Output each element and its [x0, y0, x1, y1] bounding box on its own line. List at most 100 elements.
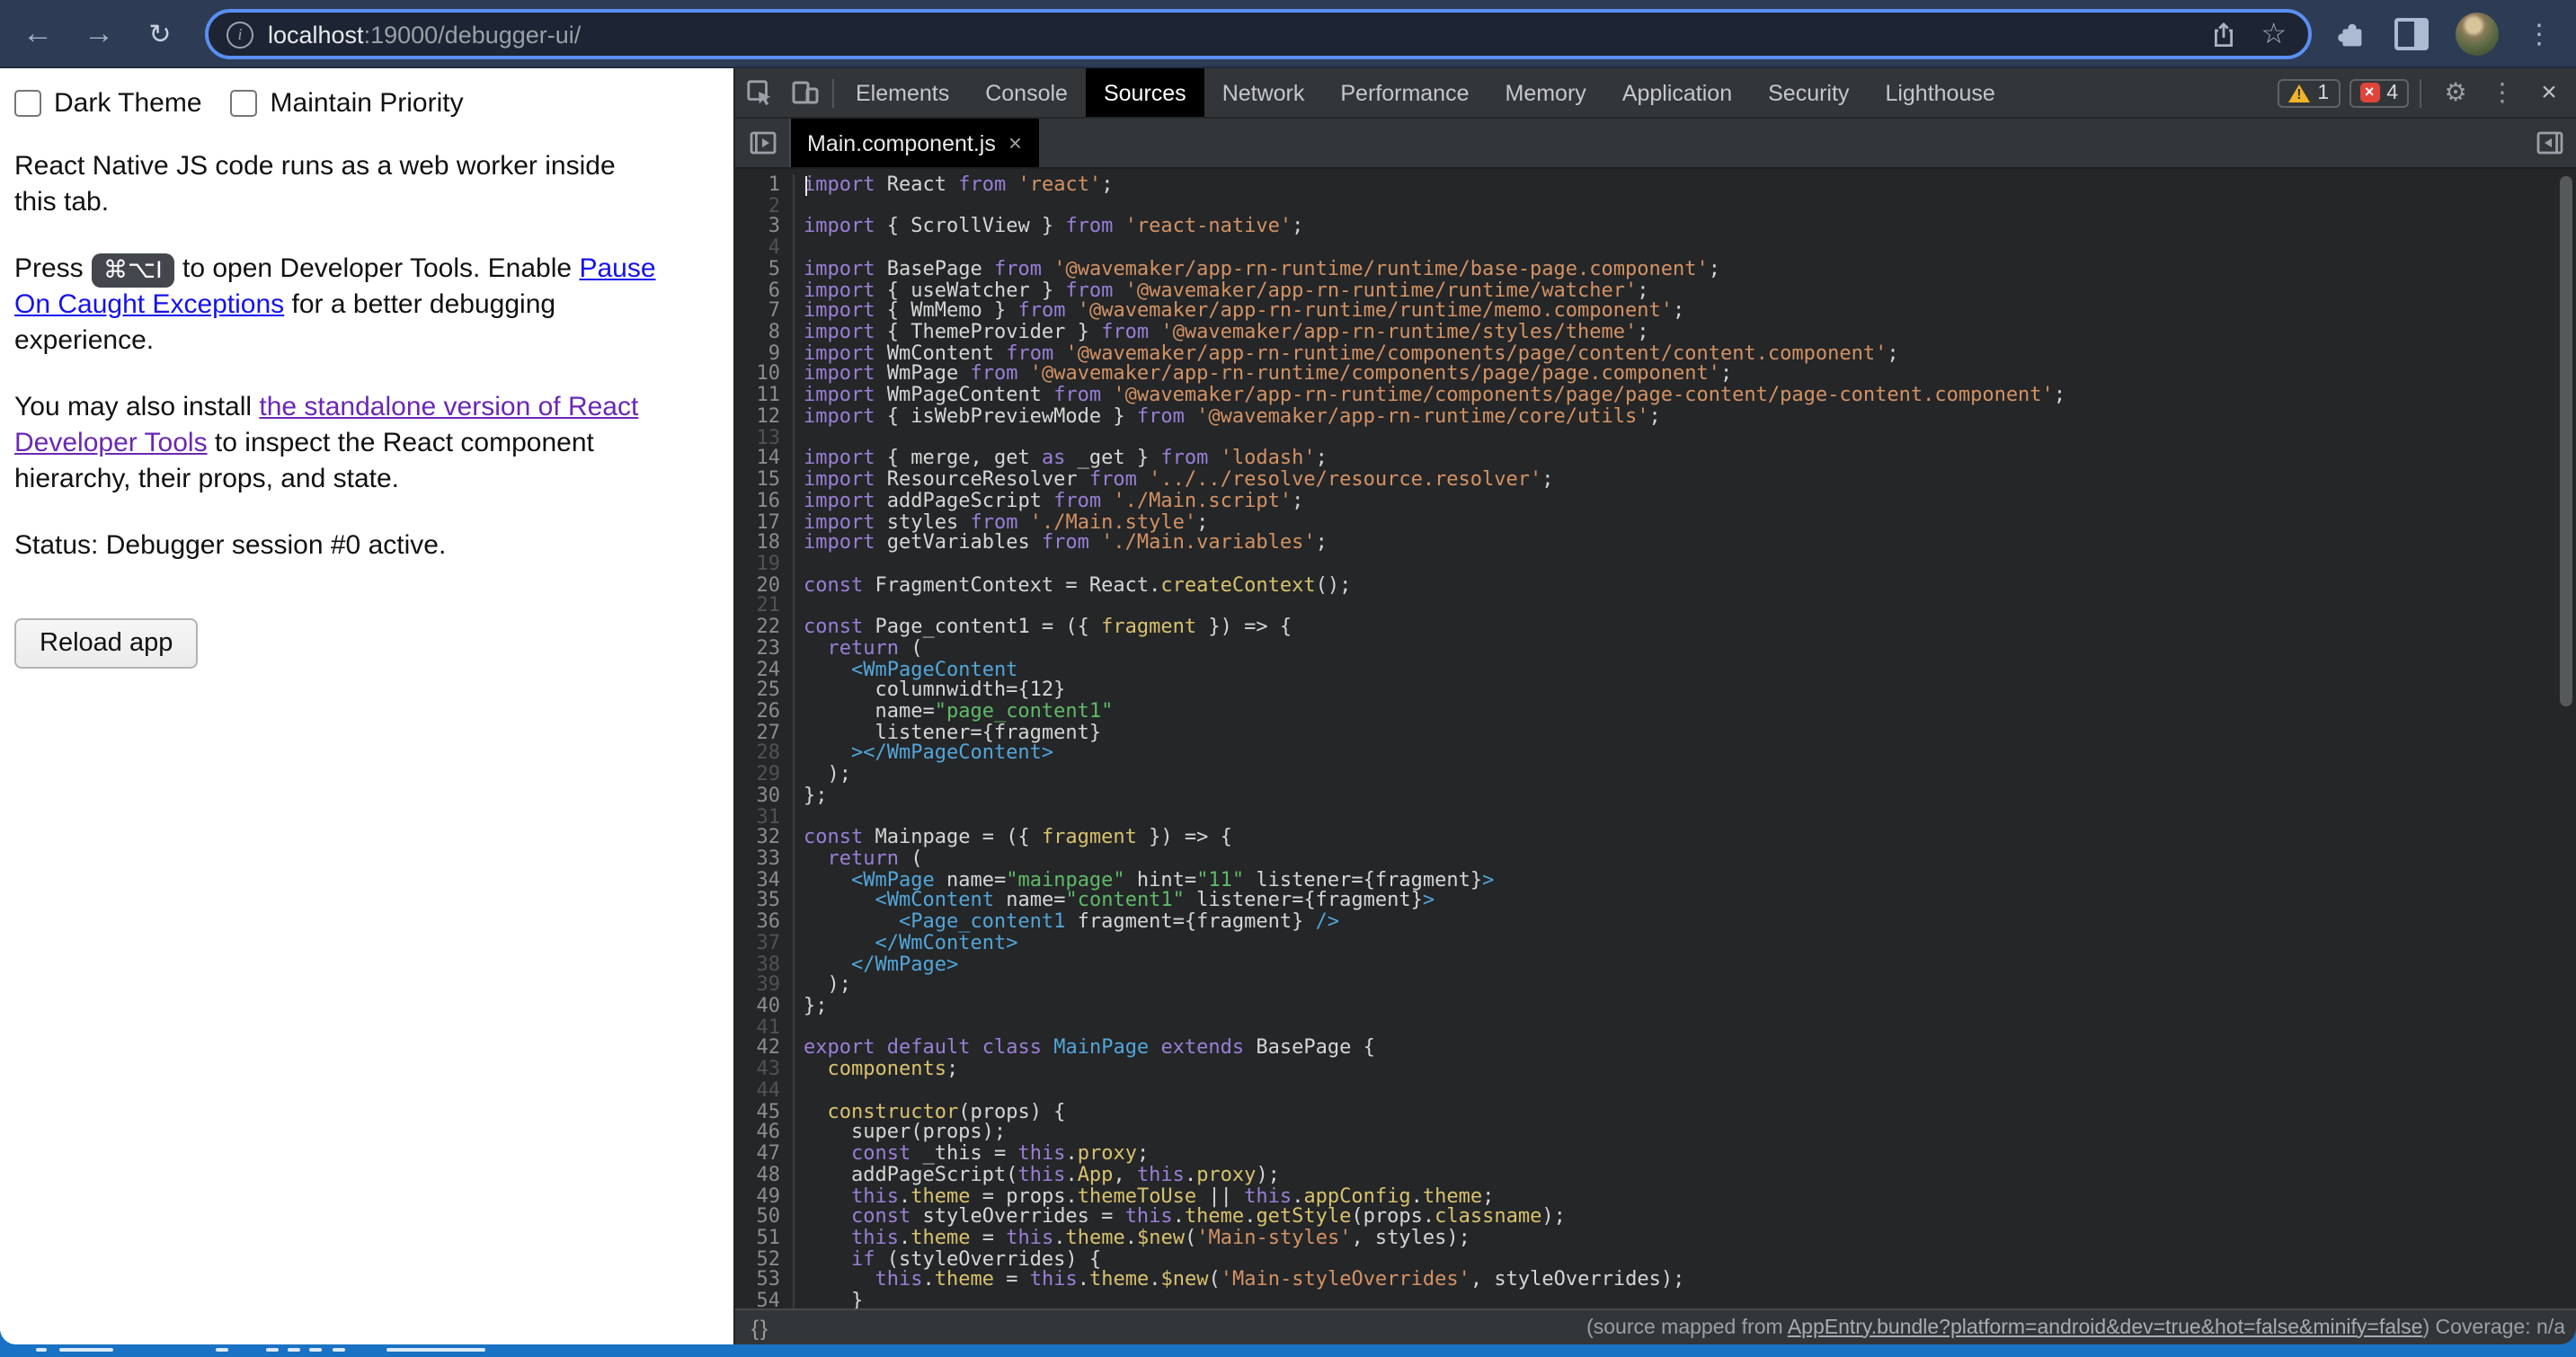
link[interactable]: Developer Tools	[14, 428, 208, 458]
forward-button[interactable]: →	[76, 11, 122, 58]
code-line-19[interactable]: 19	[735, 554, 2576, 574]
site-info-icon[interactable]: i	[227, 21, 253, 48]
code-line-4[interactable]: 4	[735, 237, 2576, 258]
line-number[interactable]: 19	[735, 554, 795, 574]
line-number[interactable]: 46	[735, 1122, 795, 1143]
device-toolbar-icon[interactable]	[782, 69, 829, 116]
line-number[interactable]: 23	[735, 638, 795, 659]
source-map-link[interactable]: AppEntry.bundle?platform=android&dev=tru…	[1788, 1317, 2423, 1338]
code-line-8[interactable]: 8import { ThemeProvider } from '@wavemak…	[735, 322, 2576, 342]
code-line-49[interactable]: 49 this.theme = props.themeToUse || this…	[735, 1185, 2576, 1206]
back-button[interactable]: ←	[14, 11, 61, 58]
code-line-39[interactable]: 39 );	[735, 975, 2576, 996]
file-tab-main-component[interactable]: Main.component.js ×	[791, 119, 1038, 167]
line-number[interactable]: 53	[735, 1270, 795, 1290]
code-line-34[interactable]: 34 <WmPage name="mainpage" hint="11" lis…	[735, 869, 2576, 890]
code-line-17[interactable]: 17import styles from './Main.style';	[735, 511, 2576, 532]
line-number[interactable]: 9	[735, 343, 795, 364]
code-line-14[interactable]: 14import { merge, get as _get } from 'lo…	[735, 448, 2576, 469]
line-number[interactable]: 24	[735, 659, 795, 679]
code-line-43[interactable]: 43 components;	[735, 1059, 2576, 1079]
code-line-50[interactable]: 50 const styleOverrides = this.theme.get…	[735, 1206, 2576, 1227]
line-number[interactable]: 22	[735, 616, 795, 637]
line-number[interactable]: 1	[735, 174, 795, 195]
line-number[interactable]: 5	[735, 259, 795, 279]
line-number[interactable]: 48	[735, 1165, 795, 1185]
line-number[interactable]: 45	[735, 1101, 795, 1122]
code-line-53[interactable]: 53 this.theme = this.theme.$new('Main-st…	[735, 1270, 2576, 1290]
navigator-toggle-icon[interactable]	[735, 119, 791, 167]
code-line-37[interactable]: 37 </WmContent>	[735, 933, 2576, 953]
code-line-42[interactable]: 42export default class MainPage extends …	[735, 1038, 2576, 1059]
checkbox-maintain-priority[interactable]	[231, 90, 258, 117]
code-line-30[interactable]: 30};	[735, 785, 2576, 806]
code-line-36[interactable]: 36 <Page_content1 fragment={fragment} />	[735, 911, 2576, 932]
line-number[interactable]: 47	[735, 1143, 795, 1164]
code-line-51[interactable]: 51 this.theme = this.theme.$new('Main-st…	[735, 1228, 2576, 1248]
line-number[interactable]: 20	[735, 574, 795, 595]
code-line-46[interactable]: 46 super(props);	[735, 1122, 2576, 1143]
code-line-7[interactable]: 7import { WmMemo } from '@wavemaker/app-…	[735, 301, 2576, 322]
line-number[interactable]: 34	[735, 869, 795, 890]
line-number[interactable]: 43	[735, 1059, 795, 1079]
line-number[interactable]: 28	[735, 743, 795, 764]
share-icon[interactable]	[2210, 21, 2235, 48]
line-number[interactable]: 8	[735, 322, 795, 342]
warnings-badge[interactable]: 1	[2278, 78, 2340, 107]
code-line-25[interactable]: 25 columnwidth={12}	[735, 680, 2576, 701]
code-line-38[interactable]: 38 </WmPage>	[735, 953, 2576, 974]
code-line-15[interactable]: 15import ResourceResolver from '../../re…	[735, 469, 2576, 490]
line-number[interactable]: 40	[735, 996, 795, 1016]
code-line-29[interactable]: 29 );	[735, 764, 2576, 785]
code-line-18[interactable]: 18import getVariables from './Main.varia…	[735, 532, 2576, 553]
devtools-tab-memory[interactable]: Memory	[1488, 68, 1604, 117]
checkbox-label[interactable]: Dark Theme	[54, 88, 202, 119]
link[interactable]: the standalone version of React	[259, 392, 638, 422]
code-line-6[interactable]: 6import { useWatcher } from '@wavemaker/…	[735, 279, 2576, 300]
line-number[interactable]: 38	[735, 953, 795, 974]
devtools-tab-network[interactable]: Network	[1204, 68, 1323, 117]
code-line-13[interactable]: 13	[735, 427, 2576, 448]
code-line-44[interactable]: 44	[735, 1080, 2576, 1101]
line-number[interactable]: 3	[735, 217, 795, 237]
code-line-11[interactable]: 11import WmPageContent from '@wavemaker/…	[735, 385, 2576, 405]
line-number[interactable]: 12	[735, 406, 795, 427]
debugger-sidebar-toggle-icon[interactable]	[2522, 119, 2576, 167]
line-number[interactable]: 18	[735, 532, 795, 553]
line-number[interactable]: 52	[735, 1248, 795, 1269]
line-number[interactable]: 33	[735, 848, 795, 869]
browser-menu-icon[interactable]: ⋮	[2526, 18, 2553, 50]
code-line-35[interactable]: 35 <WmContent name="content1" listener={…	[735, 891, 2576, 911]
line-number[interactable]: 51	[735, 1228, 795, 1248]
line-number[interactable]: 17	[735, 511, 795, 532]
line-number[interactable]: 21	[735, 596, 795, 616]
checkbox-label[interactable]: Maintain Priority	[271, 88, 464, 119]
link[interactable]: On Caught Exceptions	[14, 289, 284, 320]
line-number[interactable]: 54	[735, 1290, 795, 1308]
code-line-16[interactable]: 16import addPageScript from './Main.scri…	[735, 491, 2576, 511]
line-number[interactable]: 4	[735, 237, 795, 258]
code-line-27[interactable]: 27 listener={fragment}	[735, 722, 2576, 742]
code-line-54[interactable]: 54 }	[735, 1290, 2576, 1308]
checkbox-dark-theme[interactable]	[14, 90, 41, 117]
line-number[interactable]: 31	[735, 806, 795, 827]
bookmark-star-icon[interactable]: ☆	[2261, 16, 2287, 52]
extensions-icon[interactable]	[2337, 19, 2367, 49]
code-line-31[interactable]: 31	[735, 806, 2576, 827]
line-number[interactable]: 50	[735, 1206, 795, 1227]
code-line-20[interactable]: 20const FragmentContext = React.createCo…	[735, 574, 2576, 595]
errors-badge[interactable]: × 4	[2349, 78, 2409, 107]
line-number[interactable]: 2	[735, 195, 795, 216]
line-number[interactable]: 29	[735, 764, 795, 785]
code-line-9[interactable]: 9import WmContent from '@wavemaker/app-r…	[735, 343, 2576, 364]
code-line-48[interactable]: 48 addPageScript(this.App, this.proxy);	[735, 1165, 2576, 1185]
reload-app-button[interactable]: Reload app	[14, 618, 198, 669]
line-number[interactable]: 7	[735, 301, 795, 322]
side-panel-icon[interactable]	[2394, 18, 2429, 50]
devtools-menu-icon[interactable]: ⋮	[2479, 69, 2526, 116]
code-line-22[interactable]: 22const Page_content1 = ({ fragment }) =…	[735, 616, 2576, 637]
line-number[interactable]: 13	[735, 427, 795, 448]
file-tab-close-icon[interactable]: ×	[1008, 129, 1022, 156]
line-number[interactable]: 10	[735, 364, 795, 385]
line-number[interactable]: 41	[735, 1017, 795, 1038]
